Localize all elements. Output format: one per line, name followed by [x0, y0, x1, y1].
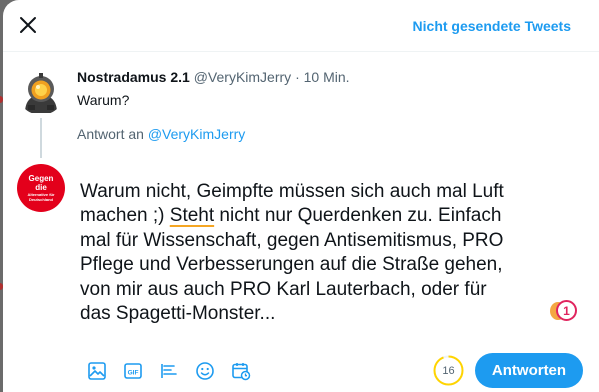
gif-button[interactable]: GIF: [115, 358, 151, 384]
tweet-text: Warum?: [77, 92, 130, 108]
svg-text:GIF: GIF: [128, 370, 139, 377]
tweet-header: Nostradamus 2.1 @VeryKimJerry · 10 Min.: [77, 69, 350, 85]
avatar-text-line3: Alternative für Deutschland: [27, 192, 55, 202]
avatar-text-line2: die: [35, 183, 47, 192]
emoji-button[interactable]: [187, 358, 223, 384]
tweet-time: 10 Min.: [303, 69, 350, 85]
author-name[interactable]: Nostradamus 2.1: [77, 69, 190, 85]
counter-remaining: 16: [442, 364, 455, 377]
emoji-icon: [196, 362, 214, 380]
image-icon: [88, 362, 106, 380]
reply-to-handle[interactable]: @VeryKimJerry: [148, 126, 245, 142]
close-icon: [20, 17, 36, 33]
user-avatar[interactable]: Gegen die Alternative für Deutschland: [17, 164, 65, 212]
flagged-word[interactable]: Steht: [170, 205, 214, 226]
schedule-icon: [232, 363, 251, 381]
author-avatar[interactable]: [17, 67, 65, 115]
reply-to-prefix: Antwort an: [77, 126, 144, 142]
media-button[interactable]: [79, 358, 115, 384]
grammar-check-badge[interactable]: 1: [550, 300, 578, 322]
avatar-text-line1: Gegen: [28, 174, 54, 183]
compose-toolbar: GIF: [79, 358, 259, 384]
compose-textarea[interactable]: Warum nicht, Geimpfte müssen sich auch m…: [80, 180, 520, 326]
unsent-tweets-link[interactable]: Nicht gesendete Tweets: [413, 18, 571, 34]
schedule-button[interactable]: [223, 358, 259, 384]
author-handle[interactable]: @VeryKimJerry: [194, 69, 291, 85]
astronaut-avatar-icon: [17, 67, 65, 115]
poll-button[interactable]: [151, 358, 187, 384]
thread-connector: [40, 118, 42, 158]
reply-to-line: Antwort an @VeryKimJerry: [77, 126, 245, 142]
meta-separator: ·: [295, 69, 300, 85]
reply-button[interactable]: Antworten: [475, 353, 583, 388]
character-counter: 16: [433, 355, 464, 386]
grammar-error-count: 1: [556, 300, 577, 321]
modal-header: Nicht gesendete Tweets: [3, 0, 599, 52]
gif-icon: GIF: [124, 363, 142, 379]
close-button[interactable]: [11, 8, 45, 42]
poll-icon: [161, 364, 177, 378]
reply-modal: Nicht gesendete Tweets Nostradamus 2.1 @…: [3, 0, 599, 392]
